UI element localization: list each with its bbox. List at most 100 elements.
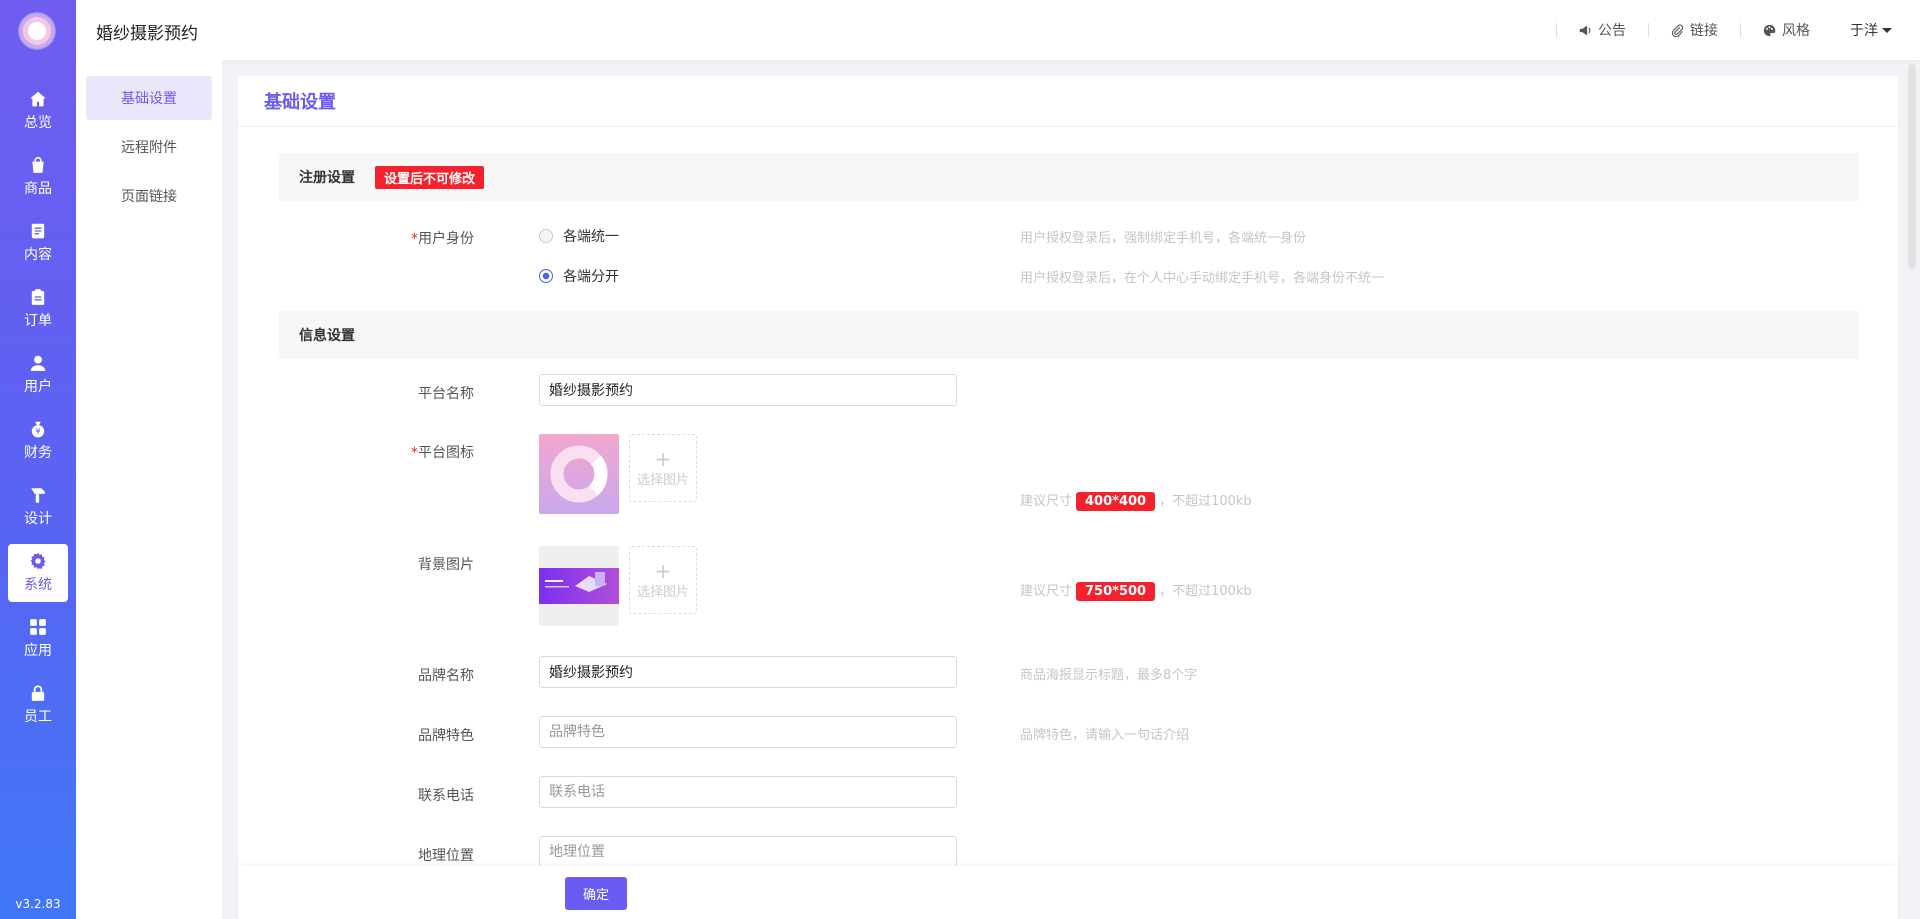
nav-item-finance[interactable]: ¥ 财务 bbox=[8, 412, 68, 470]
plus-icon: + bbox=[654, 558, 672, 583]
divider bbox=[1556, 23, 1557, 37]
nav-label: 订单 bbox=[24, 313, 52, 329]
announcement-button[interactable]: 公告 bbox=[1579, 20, 1626, 40]
form-footer: 确定 bbox=[238, 866, 1898, 919]
nav-item-products[interactable]: 商品 bbox=[8, 148, 68, 206]
section-register: 注册设置 设置后不可修改 bbox=[279, 153, 1859, 201]
radio-separate[interactable]: 各端分开 bbox=[539, 266, 619, 286]
brand-name-input[interactable] bbox=[539, 656, 957, 688]
nav-label: 商品 bbox=[24, 181, 52, 197]
upload-label: 选择图片 bbox=[636, 584, 689, 600]
clipboard-icon bbox=[31, 289, 45, 305]
field-label: 平台名称 bbox=[418, 386, 474, 402]
radio-label: 各端统一 bbox=[563, 229, 619, 245]
select-image-button[interactable]: + 选择图片 bbox=[629, 546, 697, 614]
megaphone-icon bbox=[1579, 25, 1591, 35]
nav-item-apps[interactable]: 应用 bbox=[8, 610, 68, 668]
field-label: *用户身份 bbox=[411, 231, 474, 247]
divider bbox=[1740, 23, 1741, 37]
palette-icon bbox=[1763, 24, 1776, 36]
background-thumbnail[interactable] bbox=[539, 546, 619, 626]
field-label: 背景图片 bbox=[418, 557, 474, 573]
header-tools: 公告 链接 风格 于洋 bbox=[1556, 20, 1892, 40]
subnav-item-basic[interactable]: 基础设置 bbox=[86, 76, 212, 120]
nav-label: 员工 bbox=[24, 709, 52, 725]
field-hint: 建议尺寸 750*500 ，不超过100kb bbox=[1020, 580, 1252, 601]
lock-icon bbox=[31, 685, 45, 701]
divider bbox=[1648, 23, 1649, 37]
size-badge: 400*400 bbox=[1076, 492, 1156, 511]
label-text: 平台图标 bbox=[418, 445, 474, 461]
background-preview-image bbox=[539, 568, 619, 604]
field-hint: 品牌特色，请输入一句话介绍 bbox=[1020, 728, 1190, 743]
brush-icon bbox=[31, 488, 45, 503]
nav-label: 总览 bbox=[24, 115, 52, 131]
nav-item-system[interactable]: 系统 bbox=[8, 544, 68, 602]
nav-label: 设计 bbox=[24, 511, 52, 527]
subnav-item-remote-attachments[interactable]: 远程附件 bbox=[86, 125, 212, 169]
select-image-button[interactable]: + 选择图片 bbox=[629, 434, 697, 502]
link-label: 链接 bbox=[1690, 23, 1718, 39]
nav-label: 系统 bbox=[24, 577, 52, 593]
nav-item-overview[interactable]: 总览 bbox=[8, 82, 68, 140]
nav-label: 内容 bbox=[24, 247, 52, 263]
plus-icon: + bbox=[654, 446, 672, 471]
field-label: 联系电话 bbox=[418, 788, 474, 804]
theme-button[interactable]: 风格 bbox=[1763, 20, 1810, 40]
svg-text:¥: ¥ bbox=[35, 427, 40, 436]
document-icon bbox=[31, 223, 45, 239]
location-input[interactable] bbox=[539, 836, 957, 868]
confirm-button[interactable]: 确定 bbox=[565, 877, 627, 910]
hint-text: ，不超过100kb bbox=[1159, 494, 1252, 509]
nav-item-users[interactable]: 用户 bbox=[8, 346, 68, 404]
nav-item-design[interactable]: 设计 bbox=[8, 478, 68, 536]
upload-label: 选择图片 bbox=[636, 472, 689, 488]
paperclip-icon bbox=[1671, 24, 1684, 37]
user-icon bbox=[30, 355, 46, 371]
radio-label: 各端分开 bbox=[563, 269, 619, 285]
user-menu[interactable]: 于洋 bbox=[1850, 20, 1892, 40]
field-hint: 用户授权登录后，强制绑定手机号，各端统一身份 bbox=[1020, 231, 1307, 246]
bag-icon bbox=[32, 156, 44, 173]
link-button[interactable]: 链接 bbox=[1671, 20, 1718, 40]
main-sidebar: 总览 商品 内容 订单 用户 ¥ 财务 设计 系统 应用 员工 v3.2.83 bbox=[0, 0, 76, 919]
nav-label: 用户 bbox=[24, 379, 52, 395]
nav-label: 应用 bbox=[24, 643, 52, 659]
page-title: 基础设置 bbox=[238, 76, 1898, 127]
size-badge: 750*500 bbox=[1076, 582, 1156, 601]
app-title: 婚纱摄影预约 bbox=[96, 24, 198, 44]
radio-unified[interactable]: 各端统一 bbox=[539, 226, 619, 246]
page-scrollbar[interactable] bbox=[1908, 64, 1916, 269]
field-label: 地理位置 bbox=[418, 848, 474, 864]
field-hint: 建议尺寸 400*400 ，不超过100kb bbox=[1020, 490, 1252, 511]
radio-dot-checked[interactable] bbox=[539, 269, 553, 283]
user-name: 于洋 bbox=[1850, 23, 1878, 39]
main-nav: 总览 商品 内容 订单 用户 ¥ 财务 设计 系统 应用 员工 bbox=[0, 82, 76, 742]
app-logo[interactable] bbox=[19, 13, 55, 49]
nav-item-staff[interactable]: 员工 bbox=[8, 676, 68, 734]
label-text: 用户身份 bbox=[418, 231, 474, 247]
brand-feature-input[interactable] bbox=[539, 716, 957, 748]
field-label: 品牌特色 bbox=[418, 728, 474, 744]
section-title: 注册设置 bbox=[299, 170, 355, 186]
version-label: v3.2.83 bbox=[15, 897, 61, 911]
money-bag-icon: ¥ bbox=[31, 421, 45, 438]
settings-subnav: 基础设置 远程附件 页面链接 bbox=[76, 60, 222, 919]
platform-icon-thumbnail[interactable] bbox=[539, 434, 619, 514]
section-title: 信息设置 bbox=[299, 328, 355, 344]
theme-label: 风格 bbox=[1782, 23, 1810, 39]
caret-down-icon bbox=[1882, 27, 1892, 33]
home-icon bbox=[30, 91, 46, 107]
phone-input[interactable] bbox=[539, 776, 957, 808]
announcement-label: 公告 bbox=[1598, 23, 1626, 39]
subnav-item-page-links[interactable]: 页面链接 bbox=[86, 174, 212, 218]
grid-icon bbox=[30, 619, 46, 635]
field-hint: 商品海报显示标题，最多8个字 bbox=[1020, 668, 1198, 683]
nav-item-content[interactable]: 内容 bbox=[8, 214, 68, 272]
top-header: 婚纱摄影预约 公告 链接 风格 于洋 bbox=[76, 0, 1920, 60]
platform-name-input[interactable] bbox=[539, 374, 957, 406]
section-info: 信息设置 bbox=[279, 311, 1859, 359]
nav-item-orders[interactable]: 订单 bbox=[8, 280, 68, 338]
radio-dot[interactable] bbox=[539, 229, 553, 243]
warning-badge: 设置后不可修改 bbox=[375, 165, 485, 189]
